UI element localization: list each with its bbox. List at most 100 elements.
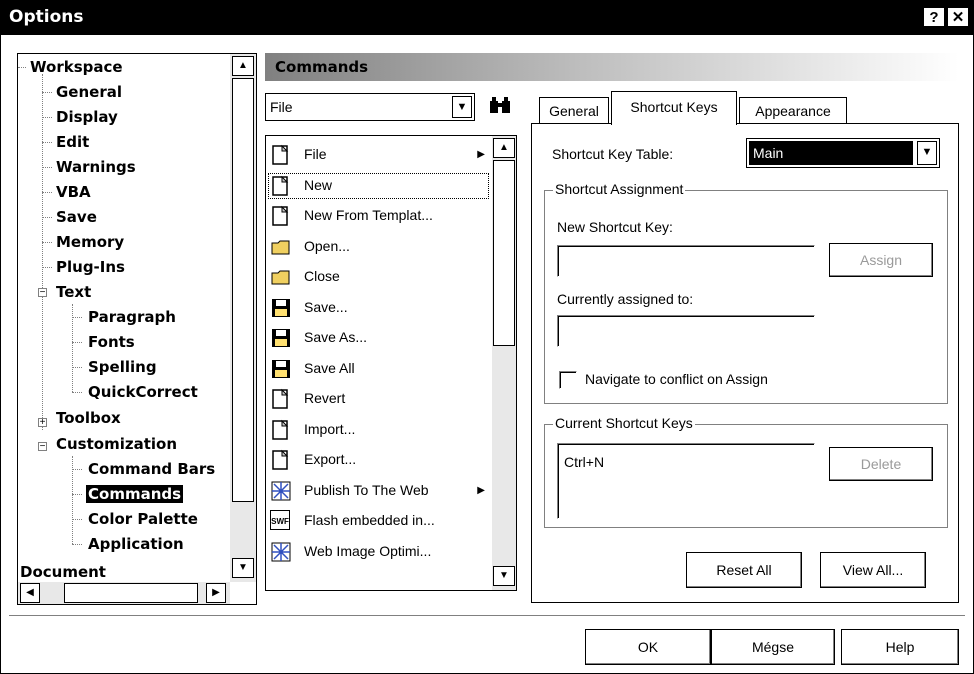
chevron-down-icon[interactable]: ▼ — [917, 141, 937, 165]
tree-line — [72, 544, 82, 545]
tree-line — [42, 242, 52, 243]
tree-item-customization[interactable]: Customization — [56, 435, 177, 453]
scroll-up-icon[interactable]: ▲ — [232, 56, 254, 76]
category-combo[interactable]: File ▼ — [265, 93, 475, 121]
command-item[interactable]: Import... — [266, 415, 491, 445]
delete-button[interactable]: Delete — [829, 447, 933, 481]
current-shortcut-keys-title: Current Shortcut Keys — [553, 415, 695, 431]
currently-assigned-label: Currently assigned to: — [557, 291, 694, 307]
tree-hscroll-thumb[interactable] — [64, 583, 198, 603]
current-keys-list[interactable]: Ctrl+N — [557, 443, 815, 519]
tree-line — [18, 67, 26, 68]
view-all-button[interactable]: View All... — [820, 552, 926, 588]
options-tree[interactable]: Workspace General Display Edit Warnings … — [17, 53, 257, 605]
web-image-icon — [270, 541, 292, 563]
section-title: Commands — [275, 58, 369, 76]
new-key-label: New Shortcut Key: — [557, 219, 673, 235]
tree-line — [72, 469, 82, 470]
tab-shortcut-keys[interactable]: Shortcut Keys — [611, 91, 737, 125]
command-list-thumb[interactable] — [493, 160, 515, 346]
tree-item-commands[interactable]: Commands — [86, 485, 184, 503]
command-label: New From Templat... — [304, 207, 433, 223]
command-list[interactable]: File ▶ New New From Templat... Open... Close S… — [265, 135, 517, 591]
page-icon — [270, 175, 292, 197]
command-item[interactable]: Web Image Optimi... — [266, 537, 491, 567]
section-header: Commands — [265, 53, 959, 81]
command-label: Import... — [304, 420, 356, 437]
tree-line — [72, 342, 82, 343]
swf-icon: SWF — [270, 510, 292, 532]
tree-item-vba[interactable]: VBA — [56, 183, 91, 201]
tree-item-display[interactable]: Display — [56, 108, 118, 126]
tree-item-text[interactable]: Text — [56, 283, 91, 301]
binoculars-icon[interactable] — [487, 95, 513, 119]
help-button[interactable]: Help — [841, 629, 959, 665]
tree-item-warnings[interactable]: Warnings — [56, 158, 136, 176]
chevron-down-icon[interactable]: ▼ — [452, 96, 472, 118]
command-item[interactable]: Save As... — [266, 323, 491, 353]
tree-item-memory[interactable]: Memory — [56, 233, 124, 251]
scroll-right-icon[interactable]: ▶ — [206, 583, 226, 603]
assign-button[interactable]: Assign — [829, 243, 933, 277]
tree-item-color-palette[interactable]: Color Palette — [88, 510, 198, 528]
command-item[interactable]: SWF Flash embedded in... — [266, 506, 491, 536]
tab-appearance[interactable]: Appearance — [739, 97, 847, 123]
command-item[interactable]: Save... — [266, 293, 491, 323]
shortcut-assignment-group: Shortcut Assignment New Shortcut Key: As… — [544, 181, 948, 404]
command-item[interactable]: Revert — [266, 384, 491, 414]
tree-item-quickcorrect[interactable]: QuickCorrect — [88, 383, 198, 401]
help-title-button[interactable]: ? — [923, 7, 945, 27]
tree-item-spelling[interactable]: Spelling — [88, 358, 157, 376]
tree-item-fonts[interactable]: Fonts — [88, 333, 135, 351]
command-item[interactable]: Open... — [266, 232, 491, 262]
ok-button[interactable]: OK — [585, 629, 711, 665]
tree-item-command-bars[interactable]: Command Bars — [88, 460, 215, 478]
tree-item-application[interactable]: Application — [88, 535, 184, 553]
tab-general[interactable]: General — [539, 97, 609, 123]
command-label: New — [304, 176, 333, 193]
tree-item-paragraph[interactable]: Paragraph — [88, 308, 176, 326]
tree-item-save[interactable]: Save — [56, 208, 97, 226]
tree-scroll-thumb[interactable] — [232, 78, 254, 502]
scroll-up-icon[interactable]: ▲ — [493, 138, 515, 158]
command-label: Revert — [304, 390, 346, 406]
command-label: Open... — [304, 237, 350, 254]
navigate-conflict-label: Navigate to conflict on Assign — [585, 371, 768, 387]
submenu-arrow-icon: ▶ — [477, 484, 485, 496]
collapse-icon[interactable]: − — [38, 288, 47, 298]
command-item[interactable]: Close — [266, 262, 491, 292]
shortcut-table-combo[interactable]: Main ▼ — [746, 138, 940, 168]
current-key-item[interactable]: Ctrl+N — [564, 454, 604, 470]
scroll-down-icon[interactable]: ▼ — [232, 558, 254, 578]
shortcut-table-value: Main — [749, 141, 913, 165]
tree-line — [42, 217, 52, 218]
collapse-icon[interactable]: − — [38, 442, 47, 452]
navigate-conflict-checkbox[interactable] — [559, 371, 577, 389]
tree-item-document[interactable]: Document — [20, 563, 106, 581]
command-item[interactable]: Save All — [266, 354, 491, 384]
command-item[interactable]: File ▶ — [266, 140, 491, 170]
scroll-down-icon[interactable]: ▼ — [493, 566, 515, 586]
new-shortcut-key-input[interactable] — [557, 245, 815, 277]
title-bar[interactable]: Options ? ✕ — [1, 1, 973, 35]
tree-line — [72, 392, 82, 393]
tree-item-workspace[interactable]: Workspace — [30, 58, 123, 76]
template-icon — [270, 205, 292, 227]
scroll-left-icon[interactable]: ◀ — [20, 583, 40, 603]
command-item[interactable]: Publish To The Web ▶ — [266, 476, 491, 506]
command-item[interactable]: New From Templat... — [266, 201, 491, 231]
export-icon — [270, 449, 292, 471]
command-label: Save... — [304, 298, 348, 315]
cancel-button[interactable]: Mégse — [711, 629, 835, 665]
command-item[interactable]: New — [266, 171, 491, 201]
import-icon — [270, 419, 292, 441]
expand-icon[interactable]: + — [38, 418, 47, 428]
close-title-button[interactable]: ✕ — [947, 7, 969, 27]
command-item[interactable]: Export... — [266, 445, 491, 475]
reset-all-button[interactable]: Reset All — [686, 552, 802, 588]
command-label: File — [304, 146, 327, 162]
tree-item-edit[interactable]: Edit — [56, 133, 89, 151]
tree-item-toolbox[interactable]: Toolbox — [56, 409, 121, 427]
tree-item-plug-ins[interactable]: Plug-Ins — [56, 258, 125, 276]
tree-item-general[interactable]: General — [56, 83, 122, 101]
